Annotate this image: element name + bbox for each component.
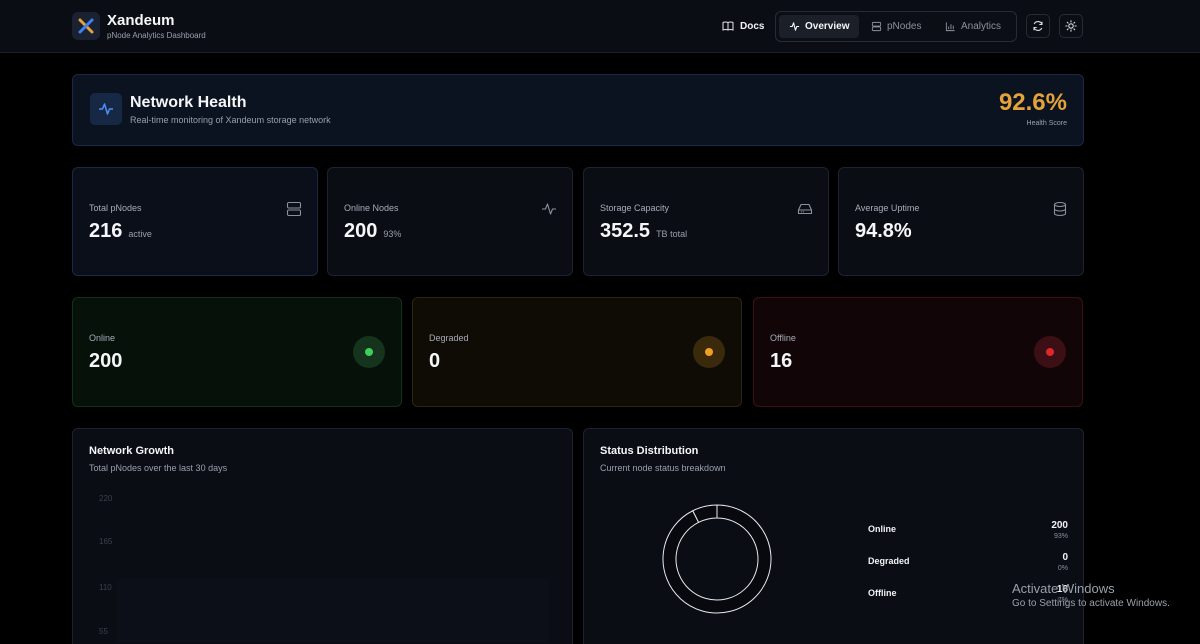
status-label: Online — [89, 333, 116, 343]
refresh-button[interactable] — [1026, 14, 1050, 38]
stat-label: Storage Capacity — [600, 203, 670, 213]
theme-toggle-button[interactable] — [1059, 14, 1083, 38]
green-dot-icon — [365, 348, 373, 356]
legend-row-degraded: Degraded 0 0% — [868, 552, 1068, 576]
server-icon — [871, 21, 882, 32]
growth-area-band — [117, 499, 549, 579]
bar-chart-icon — [945, 22, 955, 32]
main-nav: Overview pNodes Analytics — [775, 11, 1017, 42]
legend-percent: 0% — [1057, 565, 1068, 572]
network-health-card: Network Health Real-time monitoring of X… — [72, 74, 1084, 146]
health-subtitle: Real-time monitoring of Xandeum storage … — [130, 115, 331, 125]
stat-card-total-pnodes: Total pNodes 216 active — [72, 167, 318, 276]
sun-icon — [1065, 20, 1077, 32]
legend-value: 0 — [1062, 552, 1068, 563]
docs-button[interactable]: Docs — [716, 16, 770, 36]
stat-card-average-uptime: Average Uptime 94.8% — [838, 167, 1084, 276]
status-label: Offline — [770, 333, 796, 343]
y-tick-label: 55 — [99, 627, 108, 636]
tab-pnodes-label: pNodes — [887, 21, 922, 32]
activate-windows-title: Activate Windows — [1012, 581, 1115, 596]
legend-name: Online — [868, 524, 897, 534]
status-distribution-panel: Status Distribution Current node status … — [583, 428, 1084, 644]
tab-overview[interactable]: Overview — [779, 15, 860, 38]
panel-subtitle: Total pNodes over the last 30 days — [89, 463, 228, 473]
status-card-degraded: Degraded 0 — [412, 297, 742, 407]
stat-card-online-nodes: Online Nodes 200 93% — [327, 167, 573, 276]
status-card-online: Online 200 — [72, 297, 402, 407]
health-score-value: 92.6% — [998, 89, 1067, 116]
docs-label: Docs — [740, 20, 765, 32]
tab-analytics[interactable]: Analytics — [935, 15, 1011, 38]
red-dot-icon — [1046, 348, 1054, 356]
legend-percent: 93% — [1053, 533, 1068, 540]
database-icon — [1053, 201, 1067, 217]
panel-title: Network Growth — [89, 445, 174, 457]
health-title: Network Health — [130, 94, 247, 111]
activity-icon — [99, 103, 113, 115]
panel-subtitle: Current node status breakdown — [600, 463, 726, 473]
status-indicator — [693, 336, 725, 368]
activity-icon — [789, 22, 800, 31]
stat-value: 352.5 TB total — [600, 220, 687, 243]
legend-name: Degraded — [868, 556, 910, 566]
health-score-label: Health Score — [1026, 120, 1067, 127]
status-indicator — [1034, 336, 1066, 368]
amber-dot-icon — [705, 348, 713, 356]
status-card-offline: Offline 16 — [753, 297, 1083, 407]
stat-value: 200 93% — [344, 220, 401, 243]
stat-label: Average Uptime — [855, 203, 920, 213]
activity-icon — [542, 203, 556, 215]
stat-number: 200 — [344, 220, 378, 242]
stat-value: 216 active — [89, 220, 152, 243]
legend-value: 200 — [1051, 520, 1068, 531]
stat-number: 94.8% — [855, 220, 912, 242]
book-icon — [722, 21, 734, 31]
xandeum-logo[interactable] — [72, 12, 100, 40]
y-tick-label: 110 — [99, 583, 112, 592]
activate-windows-subtitle: Go to Settings to activate Windows. — [1012, 598, 1170, 609]
stat-number: 216 — [89, 220, 123, 242]
status-indicator — [353, 336, 385, 368]
status-value: 0 — [429, 350, 441, 372]
app-header: Xandeum pNode Analytics Dashboard Docs O… — [0, 0, 1200, 53]
brand-subtitle: pNode Analytics Dashboard — [107, 31, 206, 40]
stat-number: 352.5 — [600, 220, 651, 242]
tab-overview-label: Overview — [805, 21, 850, 32]
brand-title: Xandeum — [107, 12, 175, 29]
growth-chart: 220 165 110 55 — [99, 494, 549, 643]
legend-name: Offline — [868, 588, 897, 598]
stat-unit: TB total — [656, 229, 688, 239]
status-donut-chart — [662, 504, 772, 614]
tab-pnodes[interactable]: pNodes — [861, 15, 931, 38]
legend-row-online: Online 200 93% — [868, 520, 1068, 544]
y-tick-label: 165 — [99, 537, 113, 546]
panel-title: Status Distribution — [600, 445, 699, 457]
donut-slice-online[interactable] — [662, 504, 772, 614]
server-icon — [286, 201, 302, 217]
y-tick-label: 220 — [99, 494, 113, 503]
stat-unit: 93% — [383, 229, 402, 239]
status-value: 16 — [770, 350, 793, 372]
stat-card-storage-capacity: Storage Capacity 352.5 TB total — [583, 167, 829, 276]
status-value: 200 — [89, 350, 123, 372]
health-icon-box — [90, 93, 122, 125]
refresh-icon — [1033, 21, 1043, 31]
tab-analytics-label: Analytics — [961, 21, 1002, 32]
stat-label: Online Nodes — [344, 203, 399, 213]
status-label: Degraded — [429, 333, 469, 343]
hard-drive-icon — [797, 203, 813, 215]
stat-label: Total pNodes — [89, 203, 142, 213]
x-logo-icon — [78, 18, 94, 34]
stat-value: 94.8% — [855, 220, 918, 243]
network-growth-panel: Network Growth Total pNodes over the las… — [72, 428, 573, 644]
stat-unit: active — [128, 229, 152, 239]
